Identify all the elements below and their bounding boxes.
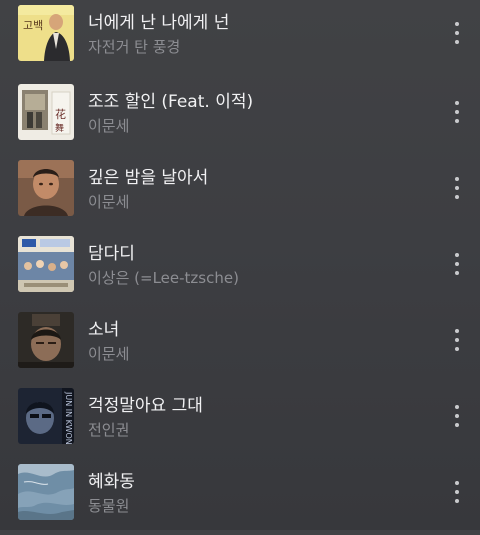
song-title: 혜화동 bbox=[88, 472, 135, 492]
song-row[interactable]: 혜화동 동물원 bbox=[0, 459, 480, 535]
album-art-blue-portrait: JUN IN KWON 4 bbox=[18, 388, 74, 444]
song-title: 깊은 밤을 날아서 bbox=[88, 168, 209, 188]
song-row[interactable]: 담다디 이상은 (=Lee-tzsche) bbox=[0, 231, 480, 307]
album-art-crowd bbox=[18, 236, 74, 292]
more-vertical-icon[interactable] bbox=[450, 97, 464, 127]
svg-text:舞: 舞 bbox=[55, 123, 64, 134]
more-vertical-icon[interactable] bbox=[450, 325, 464, 355]
album-art-dark-portrait bbox=[18, 312, 74, 368]
album-art-blue-texture bbox=[18, 464, 74, 520]
svg-text:花: 花 bbox=[55, 108, 66, 121]
more-vertical-icon[interactable] bbox=[450, 173, 464, 203]
album-art-yellow-portrait: 고백 bbox=[18, 5, 74, 61]
song-artist: 동물원 bbox=[88, 497, 130, 515]
song-row[interactable]: 소녀 이문세 bbox=[0, 307, 480, 383]
more-vertical-icon[interactable] bbox=[450, 18, 464, 48]
song-artist: 이문세 bbox=[88, 193, 130, 211]
svg-text:JUN IN KWON 4: JUN IN KWON 4 bbox=[64, 391, 73, 444]
song-row[interactable]: 깊은 밤을 날아서 이문세 bbox=[0, 155, 480, 231]
song-row[interactable]: JUN IN KWON 4 걱정말아요 그대 전인권 bbox=[0, 383, 480, 459]
song-row[interactable]: 고백 너에게 난 나에게 넌 자전거 탄 풍경 bbox=[0, 0, 480, 76]
song-title: 조조 할인 (Feat. 이적) bbox=[88, 92, 254, 112]
song-title: 걱정말아요 그대 bbox=[88, 396, 203, 416]
more-vertical-icon[interactable] bbox=[450, 477, 464, 507]
song-title: 담다디 bbox=[88, 244, 135, 264]
song-artist: 이문세 bbox=[88, 345, 130, 363]
song-row[interactable]: 花 舞 조조 할인 (Feat. 이적) 이문세 bbox=[0, 79, 480, 155]
song-artist: 이상은 (=Lee-tzsche) bbox=[88, 269, 239, 287]
svg-text:고백: 고백 bbox=[23, 19, 43, 32]
song-title: 소녀 bbox=[88, 320, 120, 340]
song-artist: 전인권 bbox=[88, 421, 130, 439]
more-vertical-icon[interactable] bbox=[450, 401, 464, 431]
more-vertical-icon[interactable] bbox=[450, 249, 464, 279]
album-art-portrait bbox=[18, 160, 74, 216]
album-art-white-flowers: 花 舞 bbox=[18, 84, 74, 140]
song-artist: 자전거 탄 풍경 bbox=[88, 38, 181, 56]
song-list: 고백 너에게 난 나에게 넌 자전거 탄 풍경 花 舞 조조 할인 (Feat.… bbox=[0, 0, 480, 530]
song-artist: 이문세 bbox=[88, 117, 130, 135]
song-title: 너에게 난 나에게 넌 bbox=[88, 13, 230, 33]
